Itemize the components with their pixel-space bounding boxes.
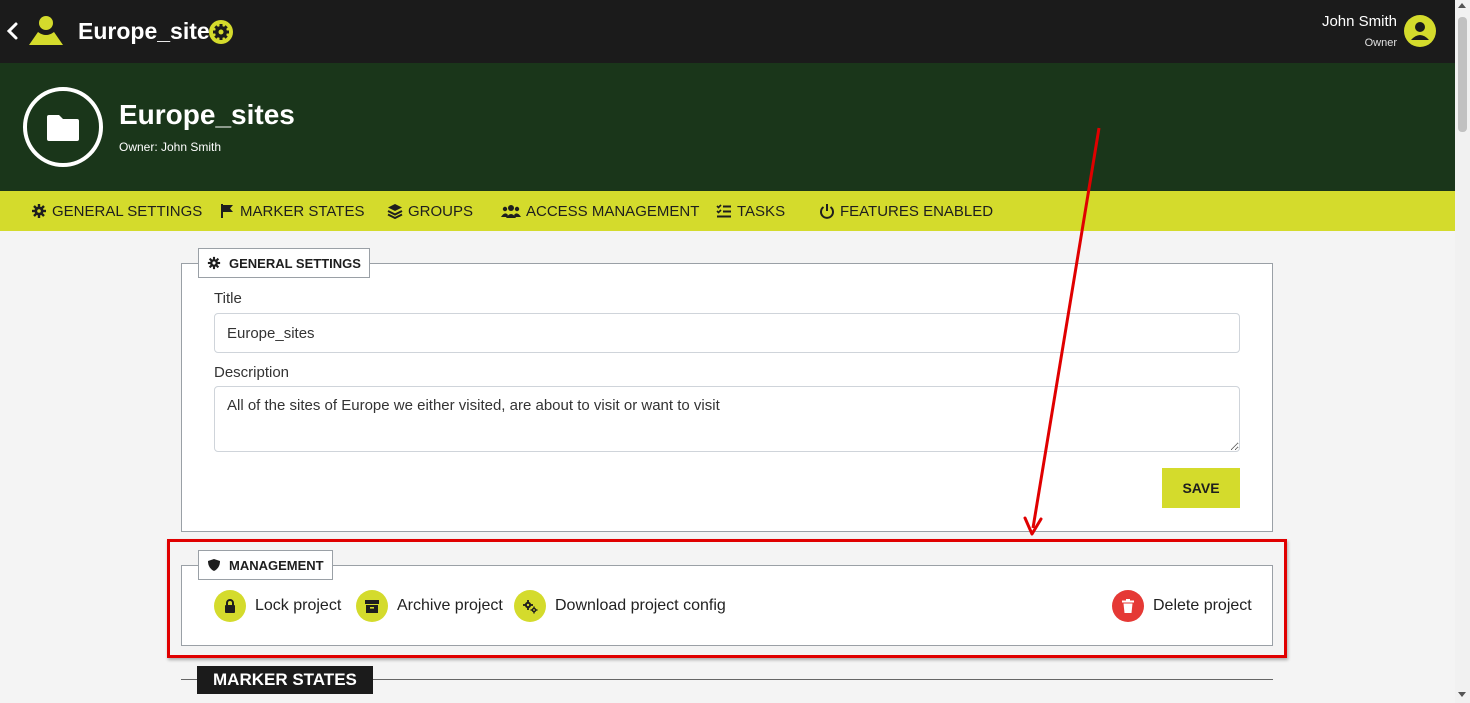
gear-icon	[213, 24, 229, 40]
archive-project-button[interactable]: Archive project	[356, 590, 503, 622]
delete-project-button[interactable]: Delete project	[1112, 590, 1252, 622]
layers-icon	[387, 204, 403, 219]
action-label: Lock project	[255, 597, 342, 614]
scroll-thumb[interactable]	[1458, 17, 1467, 132]
gear-icon	[207, 256, 221, 270]
project-icon	[23, 87, 103, 167]
management-panel	[181, 565, 1273, 646]
legend-label: Management	[229, 557, 324, 573]
tab-label: General Settings	[52, 202, 203, 220]
scroll-down-arrow-icon[interactable]	[1458, 692, 1466, 697]
flag-icon	[221, 204, 233, 218]
action-label: Archive project	[397, 597, 503, 614]
shield-icon	[208, 559, 220, 571]
description-label: Description	[214, 364, 290, 381]
archive-icon	[365, 600, 379, 613]
download-config-button[interactable]: Download project config	[514, 590, 726, 622]
tab-label: Groups	[408, 202, 474, 220]
user-circle-icon	[1411, 22, 1429, 40]
save-button[interactable]: SAVE	[1162, 468, 1240, 508]
hero-owner: Owner: John Smith	[119, 140, 222, 154]
tab-label: Features Enabled	[840, 202, 994, 220]
gear-icon	[32, 204, 46, 218]
user-role: Owner	[1364, 37, 1397, 49]
chevron-left-icon	[6, 22, 18, 40]
title-label: Title	[214, 290, 242, 307]
tab-tasks[interactable]: Tasks	[716, 191, 785, 231]
tab-general-settings[interactable]: General Settings	[31, 191, 202, 231]
checklist-icon	[716, 204, 731, 218]
tab-groups[interactable]: Groups	[387, 191, 473, 231]
tab-marker-states[interactable]: Marker States	[219, 191, 364, 231]
page-scrollbar[interactable]	[1455, 0, 1470, 703]
folder-icon	[47, 115, 79, 141]
trash-icon-circle	[1112, 590, 1144, 622]
project-settings-button[interactable]	[209, 20, 233, 44]
avatar[interactable]	[1404, 15, 1436, 47]
marker-states-heading: Marker States	[197, 666, 373, 694]
cogs-icon	[523, 600, 538, 614]
tab-label: Access Management	[526, 202, 700, 220]
tab-access-management[interactable]: Access Management	[501, 191, 699, 231]
users-icon	[501, 205, 521, 218]
archive-icon-circle	[356, 590, 388, 622]
back-button[interactable]	[4, 18, 22, 44]
title-input[interactable]	[214, 313, 1240, 353]
lock-icon	[225, 599, 235, 613]
action-label: Download project config	[555, 597, 726, 614]
scroll-up-arrow-icon[interactable]	[1458, 3, 1466, 8]
tab-label: Tasks	[737, 202, 786, 220]
tab-bar: General Settings Marker States Groups Ac…	[0, 191, 1455, 231]
description-textarea[interactable]: All of the sites of Europe we either vis…	[214, 386, 1240, 452]
general-settings-legend: General Settings	[198, 248, 370, 278]
cogs-icon-circle	[514, 590, 546, 622]
hero-title: Europe_sites	[119, 99, 295, 130]
legend-label: General Settings	[229, 255, 361, 271]
project-title: Europe_sites	[78, 18, 223, 44]
trash-icon	[1122, 599, 1134, 613]
tab-label: Marker States	[240, 202, 365, 220]
user-name[interactable]: John Smith	[1322, 13, 1397, 31]
top-bar: Europe_sites John Smith Owner	[0, 0, 1455, 63]
project-hero: Europe_sites Owner: John Smith	[0, 63, 1455, 191]
lock-icon-circle	[214, 590, 246, 622]
tab-features-enabled[interactable]: Features Enabled	[819, 191, 993, 231]
action-label: Delete project	[1153, 597, 1252, 614]
app-logo-icon[interactable]	[27, 14, 65, 48]
lock-project-button[interactable]: Lock project	[214, 590, 341, 622]
power-icon	[820, 204, 834, 219]
management-legend: Management	[198, 550, 333, 580]
